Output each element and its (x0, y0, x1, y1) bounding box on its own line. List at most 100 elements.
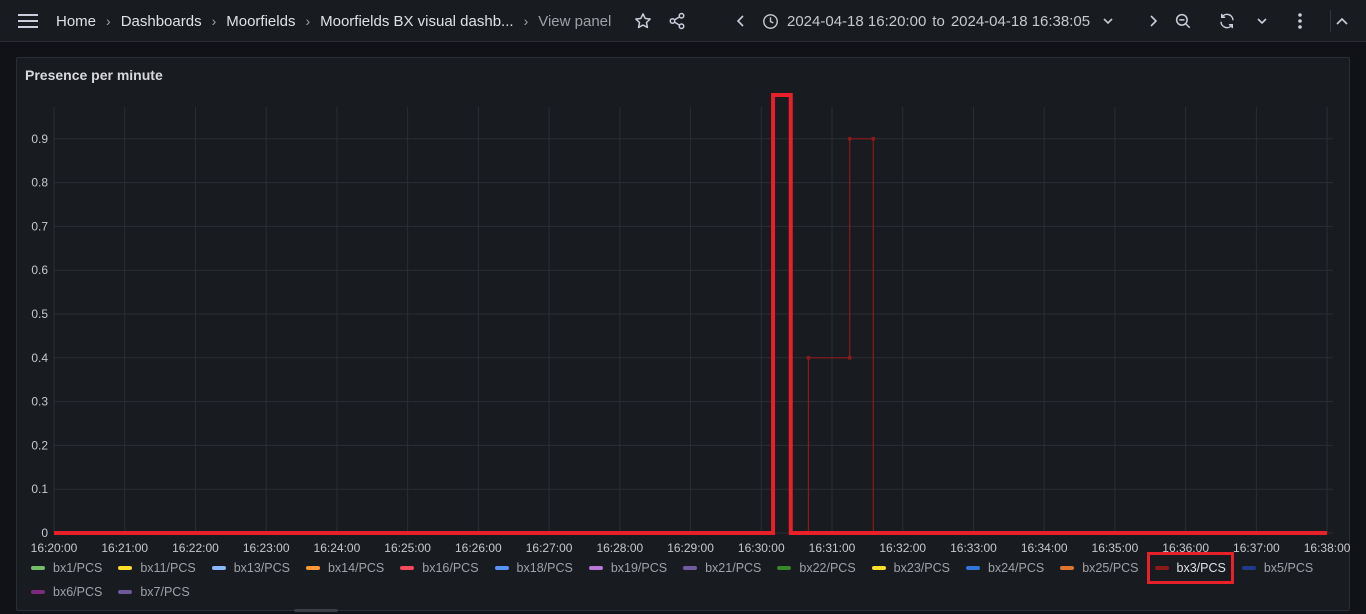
legend-swatch (1241, 566, 1256, 570)
series-line-bx3-pcs (807, 138, 874, 533)
x-tick-label: 16:33:00 (950, 541, 997, 555)
legend-item[interactable]: bx18/PCS (494, 560, 573, 576)
legend-item[interactable]: bx13/PCS (211, 560, 290, 576)
hamburger-menu-icon[interactable] (14, 10, 42, 32)
legend-label: bx3/PCS (1176, 561, 1226, 575)
legend-label: bx5/PCS (1263, 561, 1314, 575)
legend-item[interactable]: bx7/PCS (118, 584, 190, 600)
legend-item[interactable]: bx24/PCS (965, 560, 1045, 576)
top-navigation-bar: Home › Dashboards › Moorfields › Moorfie… (0, 0, 1366, 42)
breadcrumb-separator-icon: › (523, 13, 529, 29)
horizontal-scrollbar[interactable] (294, 609, 338, 612)
refresh-icon[interactable] (1216, 10, 1238, 32)
chart-legend: bx1/PCS bx11/PCS bx13/PCS bx14/PCS bx16/PCS b… (31, 552, 1341, 600)
zoom-out-icon[interactable] (1172, 10, 1194, 32)
x-tick-label: 16:37:00 (1233, 541, 1280, 555)
share-icon[interactable] (666, 10, 688, 32)
legend-swatch (777, 566, 792, 570)
breadcrumb-separator-icon: › (305, 13, 311, 29)
legend-label: bx18/PCS (516, 561, 573, 575)
y-tick-label: 0.2 (31, 438, 48, 452)
star-icon[interactable] (632, 10, 654, 32)
x-tick-label: 16:38:00 (1304, 541, 1351, 555)
legend-item[interactable]: bx1/PCS (31, 560, 102, 576)
breadcrumb-folder[interactable]: Moorfields (226, 13, 295, 30)
x-tick-label: 16:27:00 (526, 541, 573, 555)
legend-label: bx19/PCS (610, 561, 668, 575)
time-series-chart[interactable]: 0 0.1 0.2 0.3 0.4 0.5 0.6 0.7 0.8 0.9 16:20:00 16:2… (17, 58, 1351, 558)
y-tick-label: 0.8 (31, 176, 48, 190)
chevron-right-icon[interactable] (1142, 10, 1164, 32)
series-point (806, 355, 811, 360)
breadcrumb-separator-icon: › (106, 13, 111, 29)
legend-swatch (683, 566, 698, 570)
x-tick-label: 16:22:00 (172, 541, 219, 555)
kebab-menu-icon[interactable] (1290, 10, 1310, 32)
time-range-to-word: to (932, 12, 945, 30)
legend-swatch (965, 566, 980, 570)
chevron-up-icon[interactable] (1330, 10, 1352, 32)
chevron-down-icon (1102, 15, 1114, 27)
legend-swatch (305, 566, 320, 570)
x-tick-label: 16:25:00 (384, 541, 431, 555)
x-tick-label: 16:20:00 (31, 541, 78, 555)
legend-swatch (118, 566, 133, 570)
legend-swatch (871, 566, 886, 570)
legend-label: bx16/PCS (422, 561, 479, 575)
breadcrumb-home[interactable]: Home (56, 13, 96, 30)
y-tick-label: 0.1 (31, 482, 48, 496)
legend-item[interactable]: bx16/PCS (400, 560, 479, 576)
legend-swatch (400, 566, 415, 570)
legend-label: bx22/PCS (799, 561, 856, 575)
legend-label: bx13/PCS (233, 561, 290, 575)
chevron-left-icon[interactable] (730, 10, 752, 32)
breadcrumb-dashboard[interactable]: Moorfields BX visual dashb... (320, 13, 513, 30)
legend-swatch (588, 566, 603, 570)
time-range-picker[interactable]: 2024-04-18 16:20:00 to 2024-04-18 16:38:… (762, 8, 1114, 34)
x-tick-label: 16:30:00 (738, 541, 785, 555)
legend-item[interactable]: bx22/PCS (777, 560, 856, 576)
legend-item[interactable]: bx5/PCS (1241, 560, 1314, 576)
chevron-down-icon[interactable] (1252, 10, 1272, 32)
x-tick-label: 16:24:00 (314, 541, 361, 555)
legend-label: bx11/PCS (140, 561, 196, 575)
series-point (847, 136, 852, 141)
y-tick-label: 0 (41, 526, 48, 540)
x-tick-label: 16:23:00 (243, 541, 290, 555)
legend-swatch (1154, 566, 1169, 570)
clock-icon (762, 13, 779, 30)
x-tick-label: 16:21:00 (101, 541, 148, 555)
x-tick-label: 16:35:00 (1092, 541, 1139, 555)
x-tick-label: 16:26:00 (455, 541, 502, 555)
legend-item[interactable]: bx25/PCS (1060, 560, 1139, 576)
legend-label: bx24/PCS (987, 561, 1045, 575)
legend-swatch (1060, 566, 1075, 570)
legend-item[interactable]: bx19/PCS (588, 560, 668, 576)
legend-item[interactable]: bx14/PCS (305, 560, 385, 576)
x-tick-label: 16:29:00 (667, 541, 714, 555)
panel: Presence per minute 0 0.1 0.2 0.3 0.4 0.5 0.6 0… (16, 57, 1351, 611)
legend-item[interactable]: bx6/PCS (31, 584, 102, 600)
legend-label: bx6/PCS (53, 585, 103, 599)
legend-item[interactable]: bx21/PCS (683, 560, 761, 576)
legend-item[interactable]: bx11/PCS (118, 560, 196, 576)
legend-item[interactable]: bx3/PCS (1146, 552, 1234, 584)
series-point (847, 355, 852, 360)
x-tick-label: 16:36:00 (1162, 541, 1209, 555)
y-tick-label: 0.6 (31, 263, 48, 277)
time-range-from: 2024-04-18 16:20:00 (787, 12, 927, 30)
legend-label: bx14/PCS (327, 561, 385, 575)
legend-label: bx7/PCS (140, 585, 190, 599)
time-range-to: 2024-04-18 16:38:05 (950, 12, 1091, 30)
legend-item[interactable]: bx23/PCS (871, 560, 950, 576)
legend-label: bx21/PCS (705, 561, 762, 575)
legend-swatch (118, 590, 133, 594)
breadcrumb-separator-icon: › (211, 13, 217, 29)
y-tick-label: 0.3 (31, 395, 48, 409)
y-tick-label: 0.7 (31, 219, 48, 233)
y-tick-label: 0.4 (31, 351, 48, 365)
legend-swatch (31, 590, 45, 594)
legend-label: bx1/PCS (53, 561, 103, 575)
breadcrumb-dashboards[interactable]: Dashboards (121, 13, 202, 30)
y-tick-label: 0.5 (31, 307, 48, 321)
